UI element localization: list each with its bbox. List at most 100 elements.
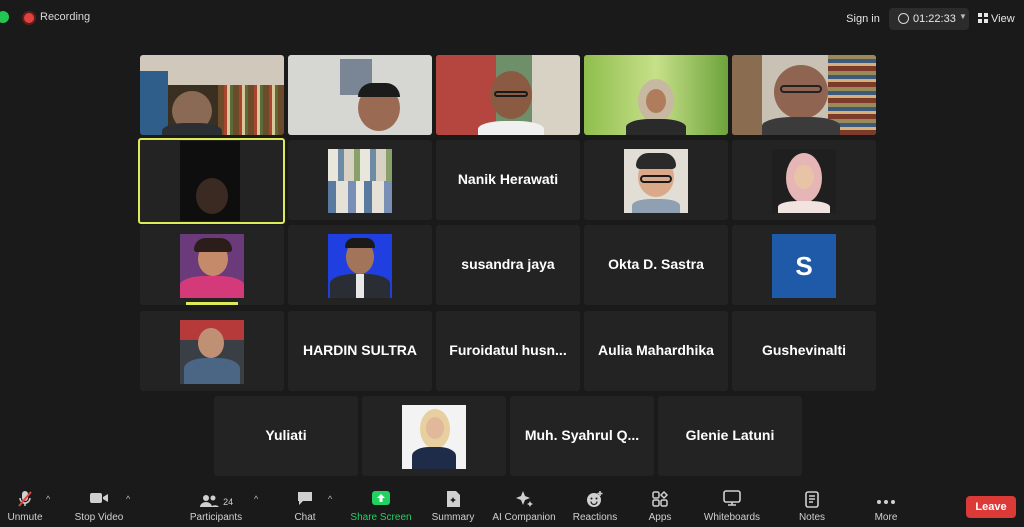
participant-face xyxy=(198,328,224,358)
participant-tile[interactable]: susandra jaya xyxy=(436,225,580,305)
photo-collage xyxy=(328,149,392,181)
recording-icon xyxy=(24,13,34,23)
participants-label: Participants xyxy=(189,512,243,523)
microphone-muted-icon xyxy=(0,490,60,512)
ai-companion-button[interactable]: AI Companion xyxy=(489,485,559,527)
participant-face xyxy=(794,165,814,189)
unmute-label: Unmute xyxy=(7,512,43,523)
profile-picture xyxy=(328,149,392,213)
participant-tile[interactable] xyxy=(140,311,284,391)
stop-video-button[interactable]: Stop Video xyxy=(64,485,134,527)
apps-icon xyxy=(625,490,695,512)
participant-tile[interactable]: Aulia Mahardhika xyxy=(584,311,728,391)
cabinet xyxy=(732,55,762,135)
glasses-icon xyxy=(780,85,822,93)
clock-icon xyxy=(898,13,909,24)
meeting-toolbar: Unmute ^ Stop Video ^ 24 Participants ^ … xyxy=(0,485,1024,527)
reactions-button[interactable]: Reactions xyxy=(560,485,630,527)
participant-body xyxy=(478,121,544,135)
audio-options-chevron-icon[interactable]: ^ xyxy=(46,494,50,504)
more-button[interactable]: More xyxy=(851,485,921,527)
notes-button[interactable]: Notes xyxy=(777,485,847,527)
stop-video-label: Stop Video xyxy=(74,512,124,523)
apps-button[interactable]: Apps xyxy=(625,485,695,527)
meeting-time: 01:22:33 xyxy=(913,13,956,25)
participant-tile[interactable]: Okta D. Sastra xyxy=(584,225,728,305)
participant-tile[interactable]: Nanik Herawati xyxy=(436,140,580,220)
participant-name: Gushevinalti xyxy=(761,342,847,358)
participants-count: 24 xyxy=(223,497,234,507)
participant-body xyxy=(626,119,686,135)
participant-tile[interactable]: Gushevinalti xyxy=(732,311,876,391)
participants-button[interactable]: 24 Participants xyxy=(181,485,251,527)
unmute-button[interactable]: Unmute xyxy=(0,485,60,527)
participant-tile[interactable]: Muh. Syahrul Q... xyxy=(510,396,654,476)
shirt xyxy=(356,274,364,298)
participant-body xyxy=(184,358,240,384)
meeting-timer[interactable]: 01:22:33 ▼ xyxy=(889,8,969,30)
apps-label: Apps xyxy=(648,512,672,523)
participant-body xyxy=(762,117,840,135)
whiteboards-button[interactable]: Whiteboards xyxy=(697,485,767,527)
participant-face xyxy=(196,178,228,214)
video-tile[interactable] xyxy=(436,55,580,135)
participant-body xyxy=(412,447,456,469)
participant-face xyxy=(426,417,444,439)
video-tile[interactable] xyxy=(584,55,728,135)
encryption-shield-icon[interactable] xyxy=(0,11,9,23)
video-tile[interactable] xyxy=(732,55,876,135)
profile-picture xyxy=(180,234,244,298)
participant-tile[interactable]: Glenie Latuni xyxy=(658,396,802,476)
whiteboard-icon xyxy=(697,490,767,512)
participant-tile[interactable]: Yuliati xyxy=(214,396,358,476)
view-label: View xyxy=(991,13,1015,25)
smiley-icon xyxy=(560,490,630,512)
chat-label: Chat xyxy=(294,512,316,523)
participant-tile[interactable]: HARDIN SULTRA xyxy=(288,311,432,391)
video-tile-active-speaker[interactable] xyxy=(138,138,285,224)
notes-icon xyxy=(777,490,847,512)
initial-avatar: S xyxy=(772,234,836,298)
video-tile[interactable] xyxy=(140,55,284,135)
participant-name: Glenie Latuni xyxy=(685,427,775,443)
summary-label: Summary xyxy=(431,512,475,523)
banner xyxy=(140,71,168,135)
profile-picture xyxy=(402,405,466,469)
participant-tile[interactable]: Furoidatul husn... xyxy=(436,311,580,391)
participant-tile[interactable] xyxy=(362,396,506,476)
participant-tile[interactable] xyxy=(732,140,876,220)
summary-button[interactable]: Summary xyxy=(418,485,488,527)
sign-in-button[interactable]: Sign in xyxy=(838,8,888,30)
participant-name: Yuliati xyxy=(265,427,307,443)
photo-collage xyxy=(328,181,392,213)
recording-label[interactable]: Recording xyxy=(40,11,90,23)
participants-options-chevron-icon[interactable]: ^ xyxy=(254,494,258,504)
participant-tile[interactable] xyxy=(140,225,284,305)
participant-face xyxy=(646,89,666,113)
glasses-icon xyxy=(640,175,672,183)
more-dots-icon xyxy=(851,490,921,512)
participant-tile[interactable]: S xyxy=(732,225,876,305)
participant-body xyxy=(632,199,680,213)
notes-label: Notes xyxy=(798,512,826,523)
chat-options-chevron-icon[interactable]: ^ xyxy=(328,494,332,504)
participant-name: Muh. Syahrul Q... xyxy=(524,427,640,443)
video-tile[interactable] xyxy=(288,55,432,135)
participant-tile[interactable] xyxy=(288,225,432,305)
video-options-chevron-icon[interactable]: ^ xyxy=(126,494,130,504)
participant-tile[interactable] xyxy=(584,140,728,220)
view-button[interactable]: View xyxy=(978,8,1015,30)
meeting-top-bar: Recording Sign in 01:22:33 ▼ View xyxy=(0,0,1024,36)
participant-body xyxy=(180,276,244,298)
participant-name: HARDIN SULTRA xyxy=(302,342,418,358)
share-screen-button[interactable]: Share Screen xyxy=(346,485,416,527)
participant-name: Aulia Mahardhika xyxy=(598,342,714,358)
participant-tile[interactable] xyxy=(288,140,432,220)
chevron-down-icon: ▼ xyxy=(959,12,967,21)
participant-name: Nanik Herawati xyxy=(457,171,559,187)
participant-name: Okta D. Sastra xyxy=(608,256,704,272)
leave-button[interactable]: Leave xyxy=(966,496,1016,518)
chat-button[interactable]: Chat xyxy=(270,485,340,527)
grid-view-icon xyxy=(978,13,988,23)
participant-hair xyxy=(194,238,232,252)
